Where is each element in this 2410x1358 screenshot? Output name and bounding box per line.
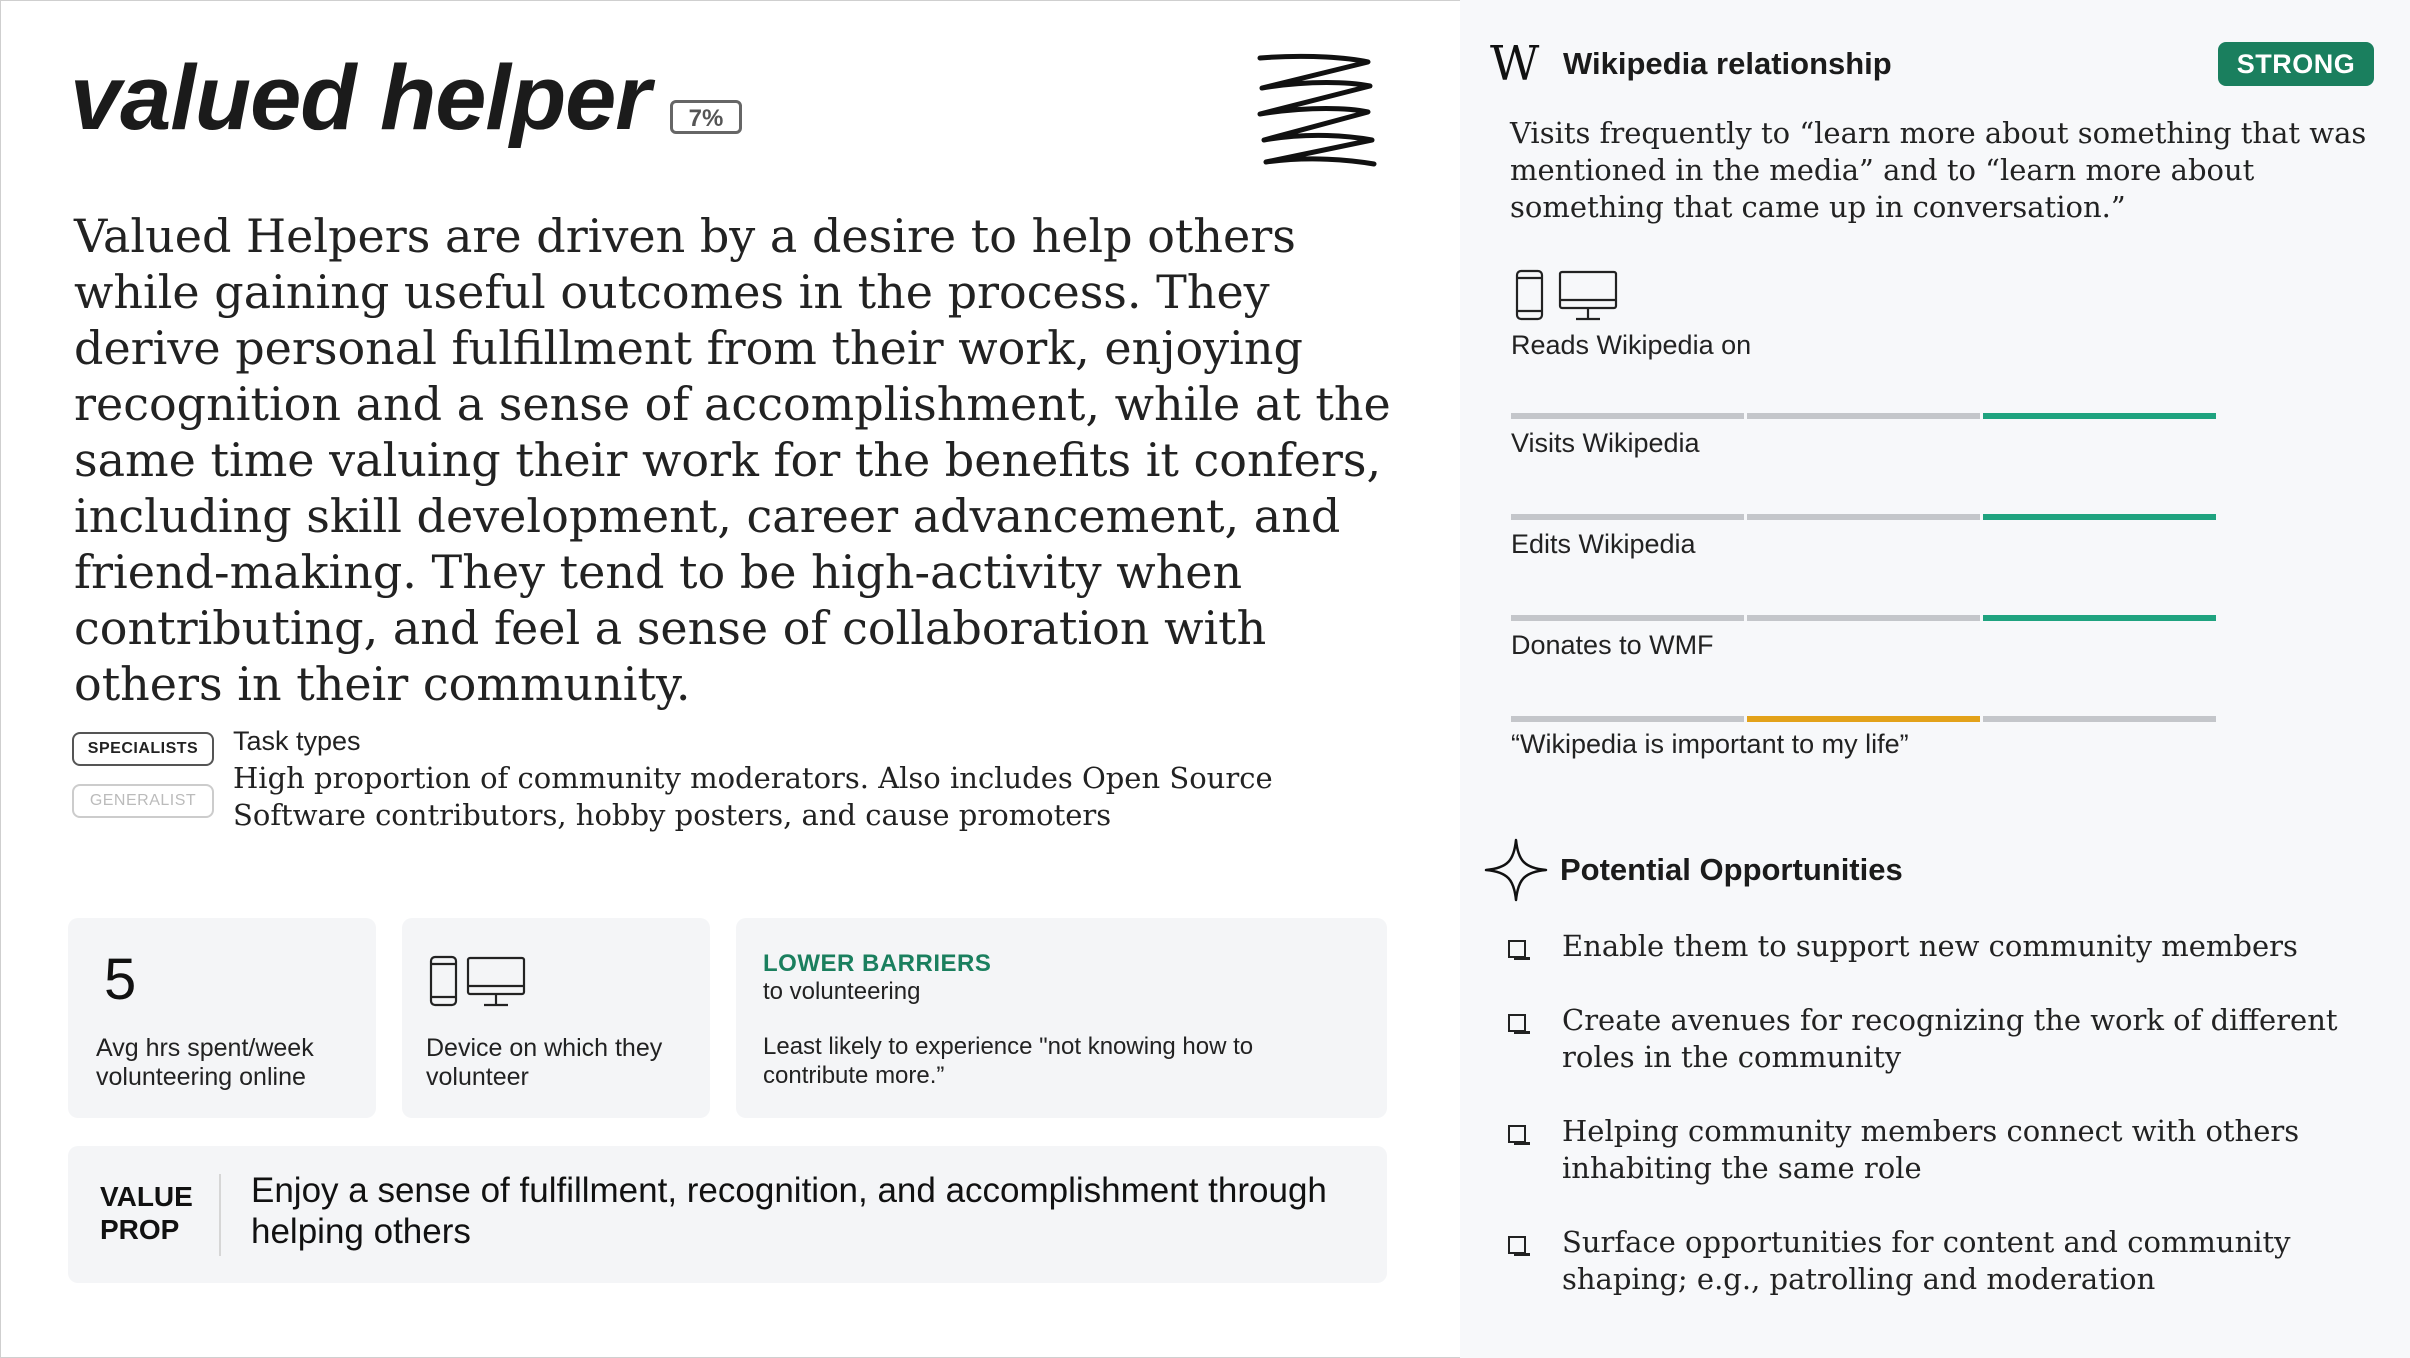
meter-label-edits: Edits Wikipedia [1511,529,1696,559]
barriers-title: LOWER BARRIERS [763,950,992,977]
meter-segment [1511,413,1744,419]
relationship-quote: Visits frequently to “learn more about s… [1510,116,2367,224]
meter-importance [1511,716,2217,722]
meter-segment [1747,514,1980,520]
task-types-description: High proportion of community moderators.… [233,761,1273,832]
barriers-description: Least likely to experience "not knowing … [763,1033,1254,1089]
value-prop-divider [219,1174,221,1256]
value-prop-card: VALUE PROP Enjoy a sense of fulfillment,… [68,1146,1387,1283]
meter-segment [1747,413,1980,419]
meter-label-visits: Visits Wikipedia [1511,428,1700,458]
opportunities-heading: Potential Opportunities [1560,852,1903,887]
reads-label: Reads Wikipedia on [1511,330,1752,360]
opportunity-text: Surface opportunities for content and co… [1562,1225,2291,1296]
opportunity-text: Enable them to support new community mem… [1562,929,2298,963]
meter-segment [1511,514,1744,520]
barriers-card: LOWER BARRIERS to volunteering Least lik… [736,918,1387,1118]
meter-segment [1983,615,2216,621]
value-prop-text: Enjoy a sense of fulfillment, recognitio… [251,1171,1327,1251]
task-types-label: Task types [233,726,361,756]
desktop-icon [466,956,526,1007]
checkbox-icon [1508,1125,1530,1145]
meter-segment [1983,716,2216,722]
strength-badge: STRONG [2218,42,2374,86]
device-label: Device on which they volunteer [426,1034,663,1091]
generalist-pill: GENERALIST [72,784,214,818]
opportunity-text: Create avenues for recognizing the work … [1562,1003,2338,1074]
wikipedia-logo-icon: W [1490,36,1540,92]
persona-description: Valued Helpers are driven by a desire to… [74,209,1391,711]
checkbox-icon [1508,1014,1530,1034]
meter-segment [1511,716,1744,722]
value-prop-label-line2: PROP [100,1214,180,1245]
meter-segment [1983,514,2216,520]
desktop-icon [1558,270,1618,321]
device-icons [429,955,526,1007]
hours-value: 5 [104,947,137,1012]
barriers-subtitle: to volunteering [763,978,921,1005]
device-card: Device on which they volunteer [402,918,710,1118]
meter-segment [1983,413,2216,419]
meter-label-donates: Donates to WMF [1511,630,1714,660]
value-prop-label: VALUE PROP [100,1180,193,1246]
persona-title: valued helper [70,47,651,149]
checkbox-icon [1508,940,1530,960]
hours-label: Avg hrs spent/week volunteering online [96,1034,314,1091]
hours-card: 5 Avg hrs spent/week volunteering online [68,918,376,1118]
meter-segment [1511,615,1744,621]
value-prop-label-line1: VALUE [100,1181,193,1212]
sparkle-icon [1484,838,1548,902]
meter-edits [1511,514,2217,520]
meter-label-importance: “Wikipedia is important to my life” [1511,729,1909,759]
reads-device-icons [1515,269,1618,321]
meter-visits [1511,413,2217,419]
relationship-heading: Wikipedia relationship [1563,46,1892,81]
meter-segment [1747,716,1980,722]
phone-icon [1515,269,1544,321]
scribble-icon [1257,53,1377,167]
specialists-pill: SPECIALISTS [72,732,214,766]
phone-icon [429,955,458,1007]
percent-badge: 7% [670,100,742,134]
meter-donates [1511,615,2217,621]
opportunity-text: Helping community members connect with o… [1562,1114,2300,1185]
checkbox-icon [1508,1236,1530,1256]
meter-segment [1747,615,1980,621]
